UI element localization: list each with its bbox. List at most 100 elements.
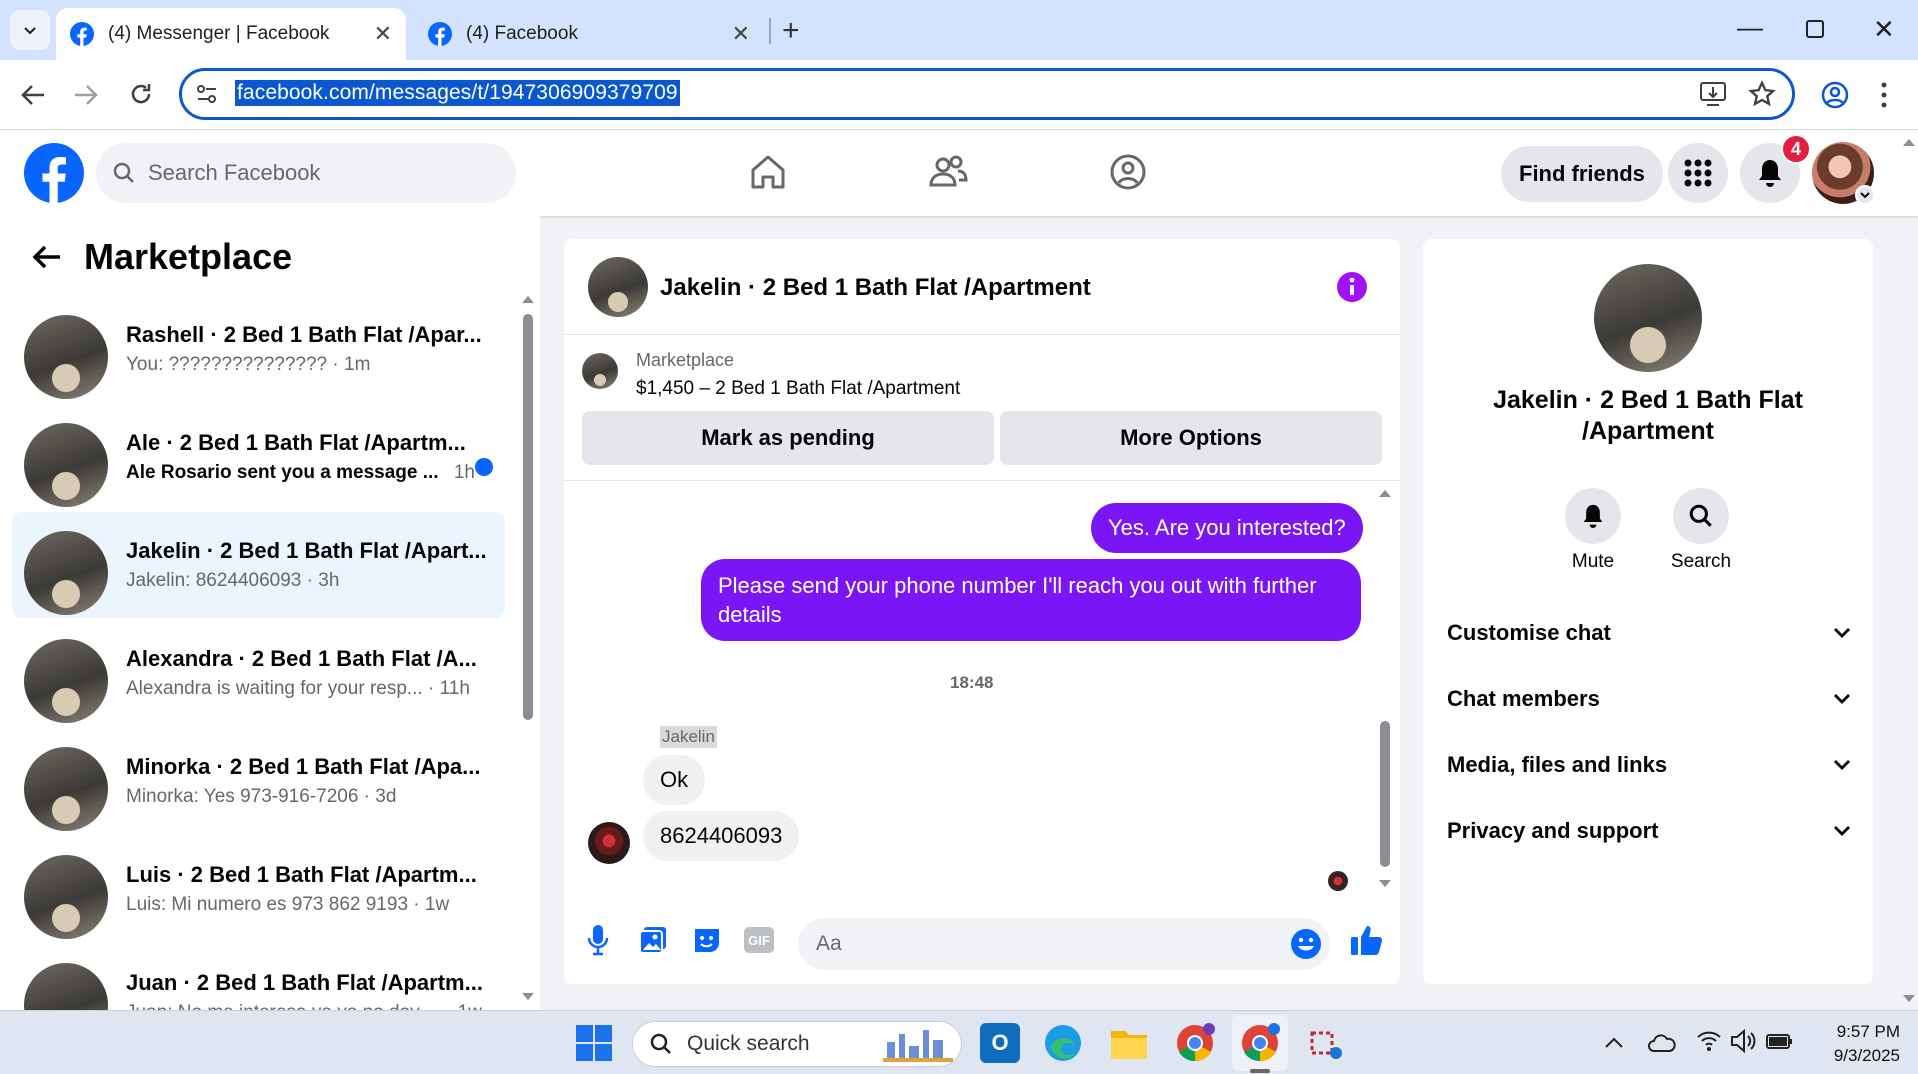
mute-button[interactable] xyxy=(1565,488,1621,544)
conversation-list-scrollbar[interactable] xyxy=(523,314,533,720)
conversation-item[interactable]: Rashell · 2 Bed 1 Bath Flat /Apar... You… xyxy=(12,296,505,402)
section-chat-members[interactable]: Chat members xyxy=(1447,686,1851,712)
message-bubble-sent[interactable]: Yes. Are you interested? xyxy=(1091,503,1363,553)
find-friends-button[interactable]: Find friends xyxy=(1501,146,1663,202)
chevron-down-icon xyxy=(1834,760,1850,770)
conversation-item-selected[interactable]: Jakelin · 2 Bed 1 Bath Flat /Apart... Ja… xyxy=(12,512,505,618)
facebook-favicon-icon xyxy=(70,22,94,46)
search-label: Search xyxy=(1670,551,1732,572)
scroll-up-arrow-icon[interactable] xyxy=(1378,488,1392,498)
conversation-item[interactable]: Juan · 2 Bed 1 Bath Flat /Apartm... Juan… xyxy=(12,944,505,1010)
close-tab-icon[interactable]: ✕ xyxy=(374,21,392,47)
message-bubble-received[interactable]: Ok xyxy=(643,755,706,805)
taskbar-search-placeholder: Quick search xyxy=(687,1032,810,1055)
page-scroll-down-arrow-icon[interactable] xyxy=(1902,994,1916,1004)
scroll-up-arrow-icon[interactable] xyxy=(521,294,535,304)
listing-detail[interactable]: $1,450 – 2 Bed 1 Bath Flat /Apartment xyxy=(636,378,960,400)
section-media-files-links[interactable]: Media, files and links xyxy=(1447,752,1851,778)
minimize-button[interactable]: — xyxy=(1737,12,1763,43)
conversation-item[interactable]: Minorka · 2 Bed 1 Bath Flat /Apa... Mino… xyxy=(12,728,505,834)
browser-toolbar: facebook.com/messages/t/1947306909379709 xyxy=(0,60,1918,130)
close-tab-icon[interactable]: ✕ xyxy=(732,21,750,47)
chevron-down-icon xyxy=(24,27,36,35)
conversation-preview: Minorka: Yes 973-916-7206 · 3d xyxy=(126,786,397,807)
site-settings-icon[interactable] xyxy=(196,84,218,104)
taskbar-search[interactable]: Quick search xyxy=(632,1021,962,1067)
forward-arrow-icon[interactable] xyxy=(73,83,99,107)
chrome-icon[interactable] xyxy=(1240,1023,1280,1063)
outlook-icon[interactable]: O xyxy=(980,1023,1020,1063)
home-icon[interactable] xyxy=(748,152,788,192)
gif-icon[interactable]: GIF xyxy=(744,927,774,953)
profile-avatar[interactable] xyxy=(1594,264,1702,372)
battery-charging-icon[interactable] xyxy=(1766,1031,1794,1051)
microphone-icon[interactable] xyxy=(586,924,610,956)
taskbar-time[interactable]: 9:57 PM xyxy=(1810,1022,1900,1042)
conversation-preview: You: ??????????????? · 1m xyxy=(126,354,371,375)
groups-icon[interactable] xyxy=(1108,152,1148,192)
chrome-profile-m-icon[interactable] xyxy=(1175,1023,1215,1063)
friends-icon[interactable] xyxy=(928,152,968,192)
section-customise-chat[interactable]: Customise chat xyxy=(1447,620,1851,646)
bookmark-star-icon[interactable] xyxy=(1748,80,1776,108)
conversation-info-panel: Jakelin · 2 Bed 1 Bath Flat /Apartment M… xyxy=(1423,239,1873,984)
conversation-list-panel: Marketplace Rashell · 2 Bed 1 Bath Flat … xyxy=(0,216,540,1010)
snipping-tool-icon[interactable] xyxy=(1306,1023,1346,1063)
chat-scrollbar[interactable] xyxy=(1380,721,1390,867)
volume-icon[interactable] xyxy=(1730,1029,1756,1053)
windows-start-icon[interactable] xyxy=(574,1023,614,1063)
page-scroll-up-arrow-icon[interactable] xyxy=(1902,137,1916,147)
conversation-item[interactable]: Luis · 2 Bed 1 Bath Flat /Apartm... Luis… xyxy=(12,836,505,942)
address-bar[interactable]: facebook.com/messages/t/1947306909379709 xyxy=(179,68,1795,120)
thumbs-up-icon[interactable] xyxy=(1350,923,1384,957)
chevron-down-icon xyxy=(1834,628,1850,638)
browser-menu-icon[interactable] xyxy=(1880,80,1888,110)
install-app-icon[interactable] xyxy=(1699,81,1727,107)
file-explorer-icon[interactable] xyxy=(1109,1023,1149,1063)
account-menu-button[interactable] xyxy=(1855,185,1875,205)
emoji-icon[interactable] xyxy=(1290,928,1322,960)
more-options-button[interactable]: More Options xyxy=(1000,411,1382,465)
mark-as-pending-button[interactable]: Mark as pending xyxy=(582,411,994,465)
chat-panel: Jakelin · 2 Bed 1 Bath Flat /Apartment M… xyxy=(564,239,1400,984)
listing-thumbnail[interactable] xyxy=(582,353,618,389)
onedrive-cloud-icon[interactable] xyxy=(1648,1031,1676,1053)
profile-icon[interactable] xyxy=(1820,80,1850,110)
conversation-item[interactable]: Alexandra · 2 Bed 1 Bath Flat /A... Alex… xyxy=(12,620,505,726)
tab-facebook[interactable]: (4) Facebook ✕ xyxy=(414,8,764,60)
conversation-item[interactable]: Ale · 2 Bed 1 Bath Flat /Apartm... Ale R… xyxy=(12,404,505,510)
tab-search-button[interactable] xyxy=(10,10,50,50)
wifi-icon[interactable] xyxy=(1696,1029,1722,1053)
edge-browser-icon[interactable] xyxy=(1043,1023,1083,1063)
sticker-icon[interactable] xyxy=(692,925,722,955)
taskbar-date[interactable]: 9/3/2025 xyxy=(1810,1046,1900,1066)
chat-title[interactable]: Jakelin · 2 Bed 1 Bath Flat /Apartment xyxy=(660,274,1091,302)
chevron-up-icon[interactable] xyxy=(1604,1035,1624,1049)
info-icon[interactable] xyxy=(1336,271,1368,303)
conversation-title: Minorka · 2 Bed 1 Bath Flat /Apa... xyxy=(126,754,481,779)
tab-messenger[interactable]: (4) Messenger | Facebook ✕ xyxy=(56,8,406,60)
scroll-down-arrow-icon[interactable] xyxy=(1378,879,1392,889)
chat-avatar[interactable] xyxy=(588,257,648,317)
facebook-logo-icon[interactable] xyxy=(24,143,84,203)
back-arrow-icon[interactable] xyxy=(32,244,62,270)
section-privacy-support[interactable]: Privacy and support xyxy=(1447,818,1851,844)
panel-title: Marketplace xyxy=(84,236,293,277)
listing-avatar xyxy=(24,531,108,615)
sender-avatar[interactable] xyxy=(588,822,630,864)
url-text[interactable]: facebook.com/messages/t/1947306909379709 xyxy=(235,80,680,106)
restore-button[interactable] xyxy=(1806,20,1824,38)
back-arrow-icon[interactable] xyxy=(20,83,46,107)
message-bubble-sent[interactable]: Please send your phone number I'll reach… xyxy=(701,559,1361,641)
facebook-search-input[interactable]: Search Facebook xyxy=(96,143,516,203)
scroll-down-arrow-icon[interactable] xyxy=(521,992,535,1002)
close-window-button[interactable]: ✕ xyxy=(1873,14,1895,45)
photo-icon[interactable] xyxy=(638,925,668,955)
menu-grid-button[interactable] xyxy=(1668,143,1728,203)
message-input[interactable]: Aa xyxy=(798,918,1330,970)
message-timestamp: 18:48 xyxy=(950,673,994,692)
new-tab-button[interactable]: + xyxy=(782,14,800,48)
search-in-conversation-button[interactable] xyxy=(1673,488,1729,544)
reload-icon[interactable] xyxy=(128,81,154,107)
message-bubble-received[interactable]: 8624406093 xyxy=(643,811,800,861)
